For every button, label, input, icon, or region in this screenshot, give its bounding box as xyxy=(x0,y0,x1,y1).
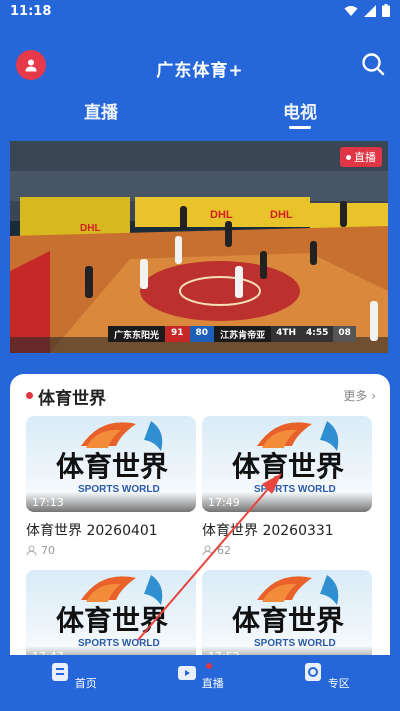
live-badge-label: 直播 xyxy=(354,151,376,164)
wifi-icon xyxy=(344,5,358,16)
tab-indicator xyxy=(289,126,311,129)
program-title: 体育世界 20260401 xyxy=(26,523,158,539)
nav-zone-label: 专区 xyxy=(327,677,350,690)
tab-live[interactable]: 直播 xyxy=(84,98,118,123)
nav-live[interactable]: 直播 xyxy=(160,661,240,691)
program-thumbnail[interactable]: 体育世界 SPORTS WORLD 17:47 xyxy=(26,570,196,666)
home-score: 91 xyxy=(165,326,190,342)
section-title: 体育世界 xyxy=(38,389,106,409)
more-label: 更多 xyxy=(343,389,368,403)
battery-icon xyxy=(382,4,390,17)
video-duration: 17:49 xyxy=(202,492,372,512)
home-icon xyxy=(52,663,69,681)
program-item[interactable]: 体育世界 SPORTS WORLD 17:52 xyxy=(202,570,372,666)
user-icon xyxy=(202,545,213,556)
user-icon xyxy=(26,545,37,556)
live-dot-icon xyxy=(346,154,351,160)
live-badge: 直播 xyxy=(340,147,382,167)
nav-zone[interactable]: 专区 xyxy=(286,661,366,691)
svg-text:DHL: DHL xyxy=(210,209,233,221)
game-period: 4TH xyxy=(271,326,302,342)
program-item[interactable]: 体育世界 SPORTS WORLD 17:47 xyxy=(26,570,196,666)
bottom-nav: 首页 直播 专区 xyxy=(0,655,400,711)
program-views: 70 xyxy=(26,544,196,557)
logo-text: 体育世界 xyxy=(56,450,168,483)
program-views: 62 xyxy=(202,544,372,557)
tv-icon xyxy=(178,666,197,680)
app-title: 广东体育+ xyxy=(156,61,244,81)
program-thumbnail[interactable]: 体育世界 SPORTS WORLD 17:52 xyxy=(202,570,372,666)
channel-tabs: 直播 电视 xyxy=(0,92,400,132)
logo-text: 体育世界 xyxy=(232,450,344,483)
scoreboard: 广东东阳光 91 80 江苏肯帝亚 4TH 4:55 08 xyxy=(108,326,356,342)
svg-text:DHL: DHL xyxy=(270,209,293,221)
home-team: 广东东阳光 xyxy=(108,326,166,342)
shot-clock: 08 xyxy=(333,326,356,342)
chevron-right-icon: › xyxy=(371,389,376,403)
signal-icon xyxy=(364,4,376,17)
game-clock: 4:55 xyxy=(301,326,334,342)
section-dot-icon xyxy=(26,392,33,399)
tab-tv[interactable]: 电视 xyxy=(283,98,317,123)
notification-dot xyxy=(206,663,212,669)
view-count: 62 xyxy=(217,544,231,557)
svg-text:DHL: DHL xyxy=(80,223,101,234)
search-icon[interactable] xyxy=(360,51,386,77)
basketball-court-image: DHL DHL DHL xyxy=(10,141,388,353)
view-count: 70 xyxy=(41,544,55,557)
logo-text: 体育世界 xyxy=(56,604,168,637)
away-team: 江苏肯帝亚 xyxy=(214,326,272,342)
more-link[interactable]: 更多 › xyxy=(343,387,376,404)
nav-home[interactable]: 首页 xyxy=(33,661,113,691)
nav-home-label: 首页 xyxy=(74,677,97,690)
status-time: 11:18 xyxy=(10,4,52,19)
program-thumbnail[interactable]: 体育世界 SPORTS WORLD 17:13 xyxy=(26,416,196,512)
status-icons xyxy=(344,4,390,17)
program-thumbnail[interactable]: 体育世界 SPORTS WORLD 17:49 xyxy=(202,416,372,512)
zone-icon xyxy=(305,663,322,681)
logo-text: 体育世界 xyxy=(232,604,344,637)
program-section: 体育世界 更多 › 体育世界 SPORTS WORLD 17:13 体育世界 2… xyxy=(10,374,390,674)
nav-live-label: 直播 xyxy=(201,677,224,690)
program-title: 体育世界 20260331 xyxy=(202,523,334,539)
section-header: 体育世界 更多 › xyxy=(10,374,390,416)
video-duration: 17:13 xyxy=(26,492,196,512)
status-bar: 11:18 xyxy=(0,0,400,26)
program-item[interactable]: 体育世界 SPORTS WORLD 17:13 体育世界 20260401 70 xyxy=(26,416,196,557)
video-player[interactable]: DHL DHL DHL 直播 xyxy=(10,141,388,353)
app-bar: 广东体育+ xyxy=(0,40,400,92)
away-score: 80 xyxy=(189,326,215,342)
program-item[interactable]: 体育世界 SPORTS WORLD 17:49 体育世界 20260331 62 xyxy=(202,416,372,557)
